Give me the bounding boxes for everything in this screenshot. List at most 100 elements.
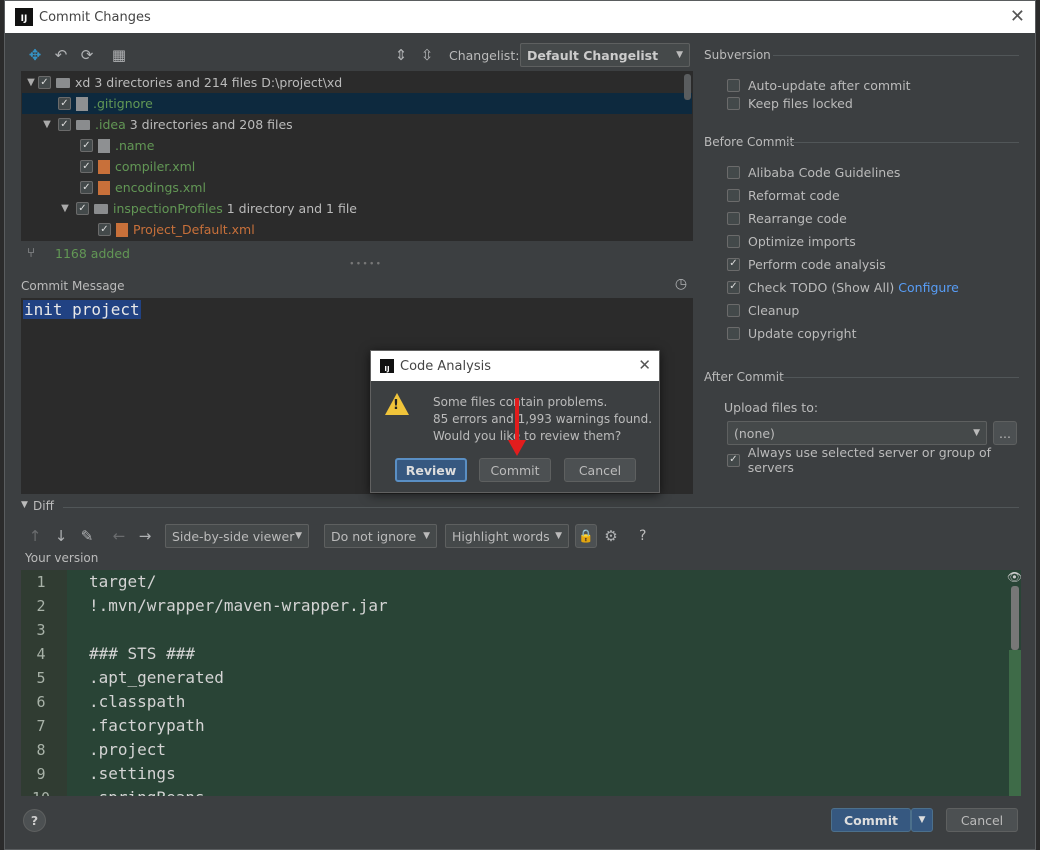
settings-gear-icon[interactable]: ⚙	[601, 526, 621, 546]
code-line: .project	[89, 740, 167, 759]
expand-all-icon[interactable]: ⇕	[391, 45, 411, 65]
close-icon[interactable]: ✕	[1010, 6, 1025, 27]
collapse-arrow-icon[interactable]: ▼	[21, 500, 28, 510]
update-copyright-option[interactable]: Update copyright	[727, 324, 856, 342]
tree-row-inspection-profiles[interactable]: ▼ inspectionProfiles 1 directory and 1 f…	[22, 198, 692, 219]
commit-button[interactable]: Commit	[831, 808, 911, 832]
group-by-icon[interactable]: ▦	[109, 45, 129, 65]
line-number: 3	[36, 621, 46, 639]
keep-locked-option[interactable]: Keep files locked	[727, 94, 853, 112]
auto-update-checkbox[interactable]	[727, 78, 740, 92]
lock-icon[interactable]: 🔒	[575, 524, 597, 548]
viewer-select[interactable]: Side-by-side viewer ▼	[165, 524, 309, 548]
expand-arrow-icon[interactable]: ▼	[24, 77, 38, 88]
checkbox-name-file[interactable]	[80, 139, 93, 152]
upload-server-select[interactable]: (none) ▼	[727, 421, 987, 445]
changelist-label: Changelist:	[449, 48, 520, 63]
diff-editor[interactable]: 1 target/ 2 !.mvn/wrapper/maven-wrapper.…	[21, 570, 1021, 796]
ignore-value: Do not ignore	[331, 528, 417, 544]
tree-row-xd[interactable]: ▼ xd 3 directories and 214 files D:\proj…	[22, 72, 692, 93]
code-analysis-option[interactable]: Perform code analysis	[727, 255, 886, 273]
changelist-value: Default Changelist	[527, 47, 659, 63]
dialog-title-bar: IJ Code Analysis ✕	[371, 351, 659, 381]
edit-icon[interactable]: ✎	[77, 526, 97, 546]
checkbox-encodings[interactable]	[80, 181, 93, 194]
dialog-commit-button[interactable]: Commit	[479, 458, 551, 482]
expand-arrow-icon[interactable]: ▼	[58, 203, 72, 214]
keep-locked-checkbox[interactable]	[727, 96, 740, 110]
warning-mark: !	[393, 398, 399, 413]
rollback-icon[interactable]: ↶	[51, 45, 71, 65]
expand-arrow-icon[interactable]: ▼	[40, 119, 54, 130]
checkbox-inspection-profiles[interactable]	[76, 202, 89, 215]
move-icon[interactable]: ✥	[25, 45, 45, 65]
dialog-close-icon[interactable]: ✕	[638, 356, 651, 374]
diff-scrollbar[interactable]	[1011, 586, 1019, 650]
reformat-checkbox[interactable]	[727, 188, 740, 202]
optimize-checkbox[interactable]	[727, 234, 740, 248]
code-line: .springBeans	[89, 788, 205, 796]
always-use-server-option[interactable]: Always use selected server or group of s…	[727, 445, 1035, 475]
tree-row-name-file[interactable]: .name	[22, 135, 692, 156]
line-number: 7	[36, 717, 46, 735]
tree-row-gitignore[interactable]: .gitignore	[22, 93, 692, 114]
cleanup-checkbox[interactable]	[727, 303, 740, 317]
changelist-select[interactable]: Default Changelist ▼	[520, 43, 690, 67]
ignore-select[interactable]: Do not ignore ▼	[324, 524, 437, 548]
check-todo-checkbox[interactable]	[727, 280, 740, 294]
arrow-up-icon[interactable]: ↑	[25, 526, 45, 546]
commit-message-text[interactable]: init project	[23, 300, 141, 319]
alibaba-checkbox[interactable]	[727, 165, 740, 179]
review-button[interactable]: Review	[395, 458, 467, 482]
code-analysis-checkbox[interactable]	[727, 257, 740, 271]
option-label: Optimize imports	[748, 233, 856, 249]
browse-servers-button[interactable]: ...	[993, 421, 1017, 445]
history-clock-icon[interactable]: ◷	[671, 274, 691, 294]
window-title: Commit Changes	[39, 9, 151, 25]
tree-row-encodings[interactable]: encodings.xml	[22, 177, 692, 198]
help-button[interactable]: ?	[23, 809, 46, 832]
message-line-2: 85 errors and 1,993 warnings found.	[433, 412, 653, 426]
cancel-button[interactable]: Cancel	[946, 808, 1018, 832]
optimize-imports-option[interactable]: Optimize imports	[727, 232, 856, 250]
dialog-cancel-button[interactable]: Cancel	[564, 458, 636, 482]
alibaba-guidelines-option[interactable]: Alibaba Code Guidelines	[727, 163, 900, 181]
rearrange-checkbox[interactable]	[727, 211, 740, 225]
checkbox-compiler[interactable]	[80, 160, 93, 173]
commit-options-chevron-icon[interactable]: ▼	[911, 808, 933, 832]
cleanup-option[interactable]: Cleanup	[727, 301, 799, 319]
eye-icon[interactable]: 👁	[1007, 570, 1021, 584]
arrow-down-icon[interactable]: ↓	[51, 526, 71, 546]
intellij-logo-icon: IJ	[15, 8, 33, 26]
auto-update-option[interactable]: Auto-update after commit	[727, 76, 911, 94]
checkbox-xd[interactable]	[38, 76, 51, 89]
update-copyright-checkbox[interactable]	[727, 326, 740, 340]
checkbox-gitignore[interactable]	[58, 97, 71, 110]
rearrange-code-option[interactable]: Rearrange code	[727, 209, 847, 227]
diff-heading: Diff	[33, 499, 54, 513]
tree-row-project-default[interactable]: Project_Default.xml	[22, 219, 692, 240]
splitter-handle[interactable]: ∙∙∙∙∙	[349, 259, 382, 269]
checkbox-idea[interactable]	[58, 118, 71, 131]
tree-row-idea[interactable]: ▼ .idea 3 directories and 208 files	[22, 114, 692, 135]
change-marker-stripe	[1009, 650, 1021, 796]
check-todo-option[interactable]: Check TODO (Show All) Configure	[727, 278, 959, 296]
tree-scrollbar[interactable]	[684, 74, 691, 100]
arrow-right-icon[interactable]: →	[135, 526, 155, 546]
checkbox-project-default[interactable]	[98, 223, 111, 236]
reformat-code-option[interactable]: Reformat code	[727, 186, 840, 204]
refresh-icon[interactable]: ⟳	[77, 45, 97, 65]
tree-row-name: .idea	[95, 117, 126, 132]
option-label: Check TODO (Show All)	[748, 279, 895, 295]
highlight-select[interactable]: Highlight words ▼	[445, 524, 569, 548]
configure-link[interactable]: Configure	[898, 280, 959, 295]
tree-row-compiler[interactable]: compiler.xml	[22, 156, 692, 177]
line-number: 6	[36, 693, 46, 711]
always-use-checkbox[interactable]	[727, 453, 740, 467]
collapse-all-icon[interactable]: ⇳	[417, 45, 437, 65]
code-line: .factorypath	[89, 716, 205, 735]
diff-help-icon[interactable]: ?	[639, 528, 646, 544]
file-icon	[76, 96, 88, 111]
arrow-left-icon[interactable]: ←	[109, 526, 129, 546]
divider	[781, 377, 1019, 378]
